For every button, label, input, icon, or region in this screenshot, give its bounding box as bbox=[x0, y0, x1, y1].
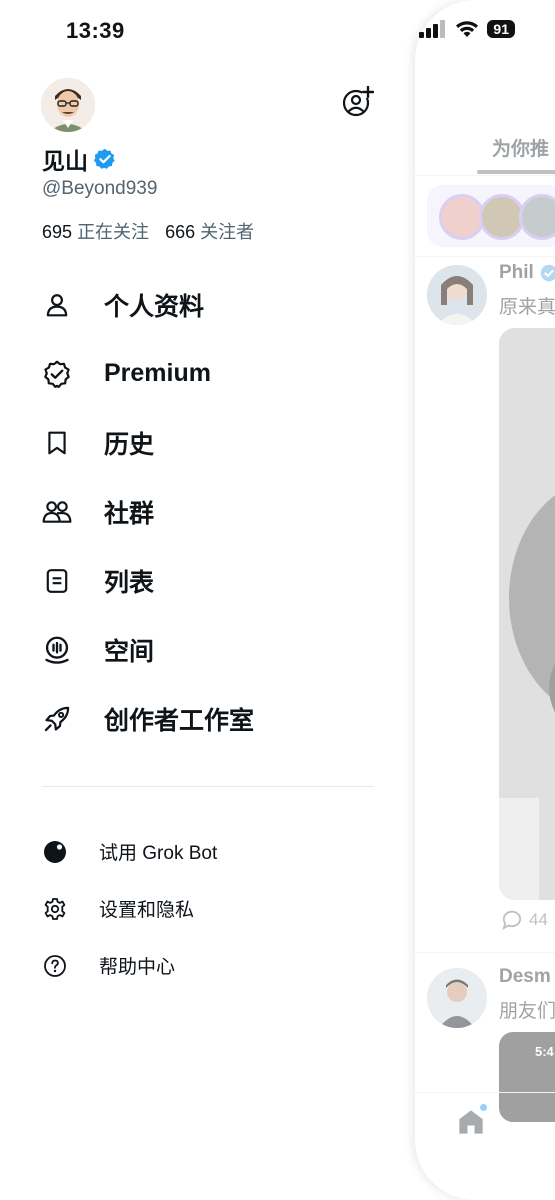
status-icons: 91 bbox=[419, 20, 515, 38]
following-label: 正在关注 bbox=[77, 222, 150, 242]
home-feed-panel[interactable]: 为你推 Phil 原来真 44 Desm 朋友们 5:4 bbox=[415, 0, 555, 1200]
cellular-signal-icon bbox=[419, 20, 446, 38]
post-text: 原来真 bbox=[499, 297, 555, 318]
rocket-icon bbox=[42, 704, 72, 734]
post-text: 朋友们 bbox=[499, 1001, 555, 1022]
menu-item-label: 列表 bbox=[104, 568, 155, 597]
following-count: 695 bbox=[42, 222, 73, 242]
battery-indicator: 91 bbox=[487, 20, 515, 38]
post-author-avatar[interactable] bbox=[427, 265, 487, 325]
follow-stats: 695 正在关注 666 关注者 bbox=[42, 218, 254, 244]
menu-divider bbox=[42, 786, 374, 787]
menu-item-label: 历史 bbox=[104, 430, 155, 459]
person-icon bbox=[42, 290, 72, 320]
menu-item-label: 试用 Grok Bot bbox=[99, 843, 218, 864]
spaces-icon bbox=[42, 635, 72, 665]
author-name-text: Desm bbox=[499, 966, 551, 987]
app-screen: 13:39 91 为你推 Phil 原来真 44 Desm 朋友们 5:4 见山… bbox=[0, 0, 555, 1200]
row-divider bbox=[415, 256, 555, 257]
wifi-icon bbox=[456, 21, 479, 37]
menu-item-creator-studio[interactable]: 创作者工作室 bbox=[42, 684, 254, 753]
post-author-name[interactable]: Phil bbox=[499, 262, 555, 284]
tab-bar-divider bbox=[415, 1092, 555, 1093]
gear-icon bbox=[42, 896, 68, 922]
home-icon bbox=[459, 1110, 483, 1134]
add-account-icon bbox=[342, 85, 375, 117]
post-author-avatar[interactable] bbox=[427, 968, 487, 1028]
video-timestamp: 5:4 bbox=[535, 1044, 554, 1059]
display-name-text: 见山 bbox=[42, 148, 88, 174]
profile-avatar[interactable] bbox=[41, 78, 95, 132]
profile-handle: @Beyond939 bbox=[42, 178, 158, 199]
grok-icon bbox=[42, 839, 68, 865]
menu-item-label: 设置和隐私 bbox=[99, 900, 195, 921]
tab-underline bbox=[477, 170, 555, 174]
side-drawer: 见山 @Beyond939 695 正在关注 666 关注者 个人资料 Prem… bbox=[0, 0, 415, 1200]
notification-dot bbox=[480, 1104, 487, 1111]
tab-divider bbox=[415, 175, 555, 176]
menu-item-label: Premium bbox=[104, 359, 211, 387]
menu-item-grok-bot[interactable]: 试用 Grok Bot bbox=[42, 823, 217, 880]
tab-for-you[interactable]: 为你推 bbox=[492, 134, 549, 161]
reply-icon bbox=[502, 910, 522, 930]
reply-count[interactable]: 44 bbox=[501, 910, 548, 930]
menu-item-label: 个人资料 bbox=[104, 292, 205, 321]
followers-count: 666 bbox=[165, 222, 196, 242]
post-media-image[interactable] bbox=[499, 328, 555, 900]
avatar-image bbox=[427, 265, 487, 325]
help-icon bbox=[42, 953, 68, 979]
menu-item-lists[interactable]: 列表 bbox=[42, 546, 254, 615]
verified-badge-icon bbox=[94, 148, 115, 169]
post-author-name[interactable]: Desm bbox=[499, 966, 551, 988]
menu-item-profile[interactable]: 个人资料 bbox=[42, 270, 254, 339]
author-name-text: Phil bbox=[499, 262, 534, 283]
menu-item-label: 帮助中心 bbox=[99, 957, 176, 978]
menu-item-label: 社群 bbox=[104, 499, 155, 528]
avatar-image bbox=[41, 78, 95, 132]
home-tab[interactable] bbox=[457, 1108, 485, 1141]
drawer-menu: 个人资料 Premium 历史 社群 列表 空间 创作者工作室 bbox=[42, 270, 254, 753]
followers-link[interactable]: 666 关注者 bbox=[165, 218, 254, 244]
story-avatar[interactable] bbox=[519, 194, 555, 240]
following-link[interactable]: 695 正在关注 bbox=[42, 218, 149, 244]
verified-badge-icon bbox=[540, 264, 555, 282]
spaces-stories-bar[interactable] bbox=[427, 185, 555, 247]
menu-item-label: 创作者工作室 bbox=[104, 706, 255, 735]
media-photo bbox=[499, 328, 555, 900]
communities-icon bbox=[42, 497, 72, 527]
avatar-image bbox=[427, 968, 487, 1028]
secondary-menu: 试用 Grok Bot 设置和隐私 帮助中心 bbox=[42, 823, 217, 994]
menu-item-settings[interactable]: 设置和隐私 bbox=[42, 880, 217, 937]
menu-item-history[interactable]: 历史 bbox=[42, 408, 254, 477]
add-account-button[interactable] bbox=[342, 85, 375, 123]
list-icon bbox=[42, 566, 72, 596]
premium-badge-icon bbox=[42, 359, 72, 389]
row-divider bbox=[415, 952, 555, 953]
menu-item-premium[interactable]: Premium bbox=[42, 339, 254, 408]
menu-item-spaces[interactable]: 空间 bbox=[42, 615, 254, 684]
menu-item-label: 空间 bbox=[104, 637, 155, 666]
menu-item-communities[interactable]: 社群 bbox=[42, 477, 254, 546]
reply-count-text: 44 bbox=[529, 910, 548, 929]
bookmark-icon bbox=[42, 428, 72, 458]
followers-label: 关注者 bbox=[200, 222, 255, 242]
menu-item-help-center[interactable]: 帮助中心 bbox=[42, 937, 217, 994]
profile-display-name[interactable]: 见山 bbox=[42, 142, 116, 176]
